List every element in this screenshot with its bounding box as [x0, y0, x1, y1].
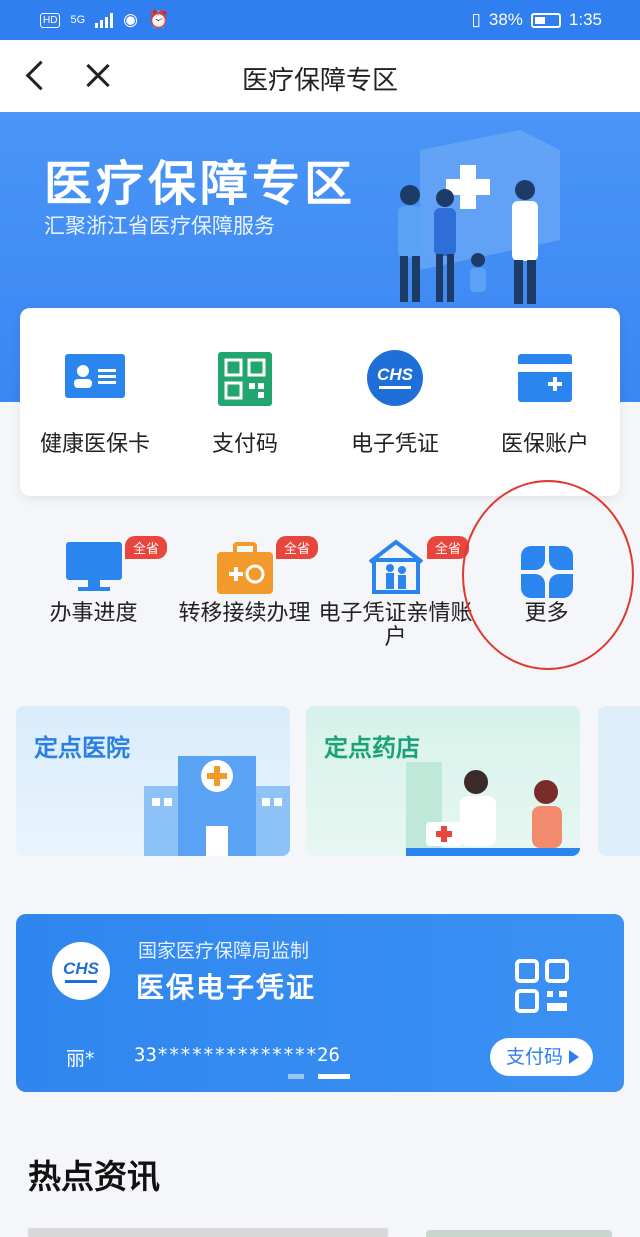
qr-code-icon[interactable]: [514, 958, 570, 1018]
carousel-dot: [288, 1074, 304, 1079]
service-label: 转移接续办理: [178, 601, 311, 626]
family-doctor-illustration: [398, 130, 560, 304]
family-house-icon: [366, 538, 426, 598]
eye-icon: ◉: [123, 10, 138, 29]
chs-logo-text: CHS: [377, 365, 414, 384]
quick-action-health-card[interactable]: 健康医保卡: [20, 308, 170, 496]
province-badge: 全省: [124, 536, 167, 559]
voucher-holder-name: 丽*: [66, 1048, 95, 1070]
pay-code-button[interactable]: 支付码: [490, 1038, 594, 1076]
status-bar: HD 5G ◉ ⏰ ▯ 38% 1:35: [0, 0, 640, 40]
quick-action-e-voucher[interactable]: CHS 电子凭证: [320, 308, 470, 496]
quick-action-label: 医保账户: [500, 432, 589, 457]
play-arrow-icon: [569, 1050, 580, 1064]
service-label: 电子凭证亲情账户: [318, 601, 473, 650]
service-progress[interactable]: 全省 办事进度: [18, 530, 169, 660]
tile-designated-hospital[interactable]: 定点医院: [16, 706, 290, 856]
quick-action-label: 支付码: [211, 432, 278, 457]
signal-icon: [95, 12, 114, 28]
quick-action-label: 电子凭证: [350, 432, 439, 457]
chs-logo-text: CHS: [63, 959, 100, 978]
chs-logo-icon: CHS: [367, 350, 423, 410]
voucher-title: 医保电子凭证: [136, 971, 317, 1004]
quick-action-label: 健康医保卡: [39, 432, 150, 457]
monitor-icon: [65, 542, 122, 598]
carousel-indicator: [288, 1074, 350, 1079]
tile-partial-next[interactable]: [598, 706, 640, 856]
tile-designated-pharmacy[interactable]: 定点药店: [306, 706, 580, 856]
news-item-preview[interactable]: [28, 1228, 388, 1237]
news-thumbnail[interactable]: [426, 1230, 612, 1237]
hospital-illustration: [144, 756, 290, 856]
tile-title: 定点医院: [34, 734, 130, 762]
hd-indicator: HD: [40, 12, 61, 28]
battery-icon: [530, 12, 561, 28]
chs-logo-icon: CHS: [52, 942, 110, 1000]
pay-code-label: 支付码: [506, 1046, 564, 1068]
service-family-account[interactable]: 全省 电子凭证亲情账户: [318, 530, 473, 660]
quick-actions-card: 健康医保卡 支付码 CHS 电子凭证 医保账户: [20, 308, 620, 496]
annotation-circle: [462, 480, 634, 670]
province-badge: 全省: [275, 536, 318, 559]
qr-code-icon: [218, 352, 272, 410]
quick-action-account[interactable]: 医保账户: [470, 308, 620, 496]
nav-bar: 医疗保障专区: [0, 40, 640, 112]
vibrate-icon: ▯: [471, 10, 481, 29]
banner-title: 医疗保障专区: [44, 156, 357, 212]
account-wallet-icon: [518, 354, 572, 406]
network-type: 5G: [70, 14, 86, 26]
service-transfer[interactable]: 全省 转移接续办理: [169, 530, 320, 660]
clock: 1:35: [568, 10, 602, 29]
service-label: 办事进度: [49, 601, 138, 626]
pharmacy-illustration: [406, 762, 580, 856]
transfer-briefcase-icon: [216, 542, 273, 598]
page-title: 医疗保障专区: [241, 66, 398, 96]
banner-subtitle: 汇聚浙江省医疗保障服务: [44, 214, 275, 238]
health-card-icon: [65, 354, 125, 402]
battery-percent: 38%: [488, 10, 523, 29]
alarm-icon: ⏰: [147, 10, 170, 29]
voucher-number: 33**************26: [134, 1044, 340, 1066]
voucher-supervisor: 国家医疗保障局监制: [138, 940, 310, 962]
quick-action-pay-code[interactable]: 支付码: [170, 308, 320, 496]
e-voucher-card[interactable]: CHS 国家医疗保障局监制 医保电子凭证 丽* 33**************…: [16, 914, 624, 1092]
news-heading: 热点资讯: [28, 1157, 160, 1196]
carousel-dot-active: [318, 1074, 350, 1079]
